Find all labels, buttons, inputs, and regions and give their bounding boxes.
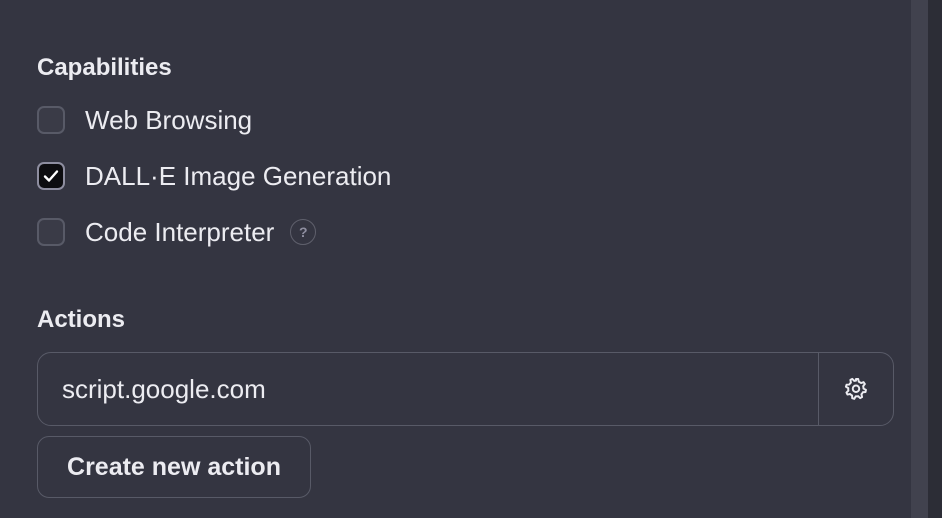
gpt-configure-panel: Capabilities Web Browsing DALL·E Image G… [0, 0, 911, 518]
action-item: script.google.com [37, 352, 894, 426]
action-domain[interactable]: script.google.com [38, 353, 818, 425]
capability-label: Code Interpreter [85, 216, 275, 247]
capability-label: Web Browsing [85, 104, 253, 135]
capability-code-interpreter[interactable]: Code Interpreter ? [37, 216, 317, 248]
create-new-action-button[interactable]: Create new action [37, 436, 311, 498]
question-circle-icon[interactable]: ? [290, 219, 317, 245]
code-interpreter-checkbox[interactable] [37, 218, 65, 246]
dalle-checkbox[interactable] [37, 162, 65, 190]
capability-label: DALL·E Image Generation [85, 160, 392, 191]
capabilities-heading: Capabilities [37, 54, 172, 81]
capability-dalle-image-generation[interactable]: DALL·E Image Generation [37, 160, 391, 192]
web-browsing-checkbox[interactable] [37, 106, 65, 134]
scrollbar[interactable] [911, 0, 942, 518]
scrollbar-track[interactable] [911, 0, 928, 518]
action-settings-button[interactable] [818, 353, 893, 425]
actions-heading: Actions [37, 306, 126, 333]
checkmark-icon [43, 170, 59, 182]
capability-web-browsing[interactable]: Web Browsing [37, 104, 252, 136]
gear-icon [844, 377, 867, 400]
